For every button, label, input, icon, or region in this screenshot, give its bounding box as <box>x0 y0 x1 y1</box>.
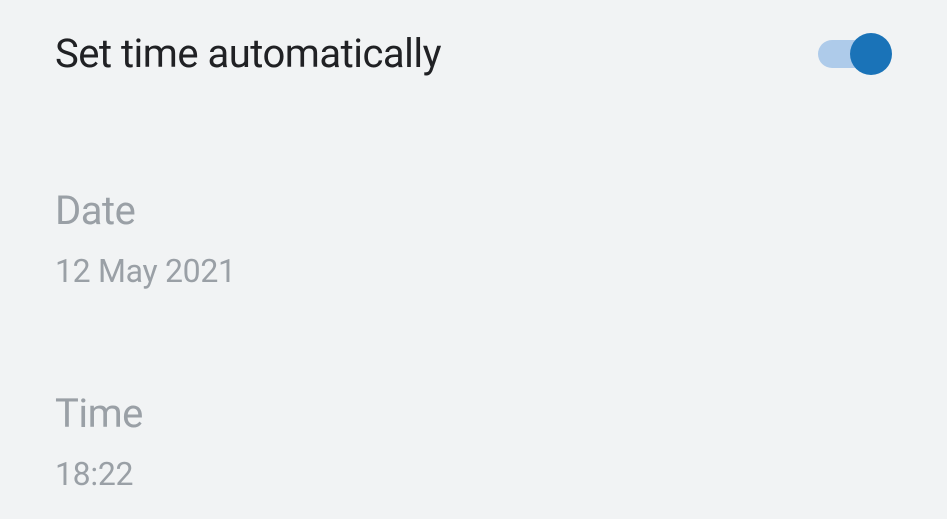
toggle-thumb <box>850 33 892 75</box>
auto-time-row[interactable]: Set time automatically <box>55 30 892 77</box>
time-value: 18:22 <box>55 455 892 493</box>
date-setting: Date 12 May 2021 <box>55 187 892 290</box>
auto-time-label: Set time automatically <box>55 30 441 77</box>
date-value: 12 May 2021 <box>55 252 892 290</box>
time-label: Time <box>55 390 892 437</box>
time-setting: Time 18:22 <box>55 390 892 493</box>
auto-time-toggle[interactable] <box>818 39 892 69</box>
date-label: Date <box>55 187 892 234</box>
